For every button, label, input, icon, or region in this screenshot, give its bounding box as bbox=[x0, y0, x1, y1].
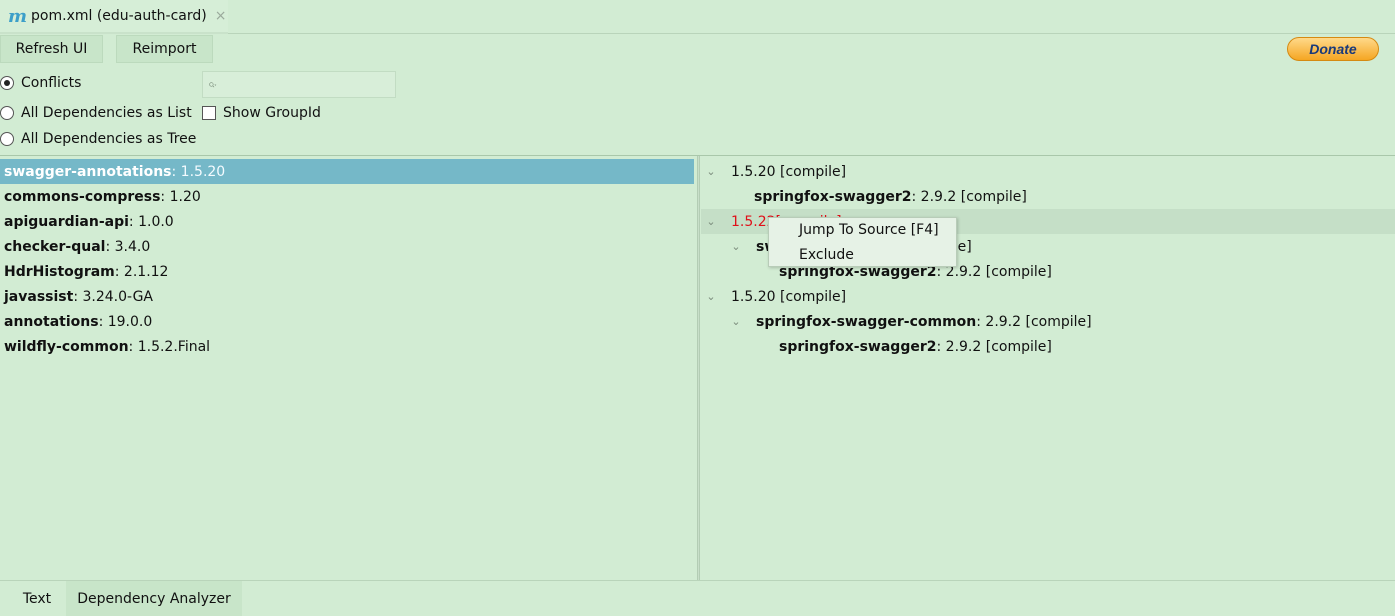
editor-tab-pom[interactable]: m pom.xml (edu-auth-card) × bbox=[0, 0, 228, 34]
tab-text[interactable]: Text bbox=[8, 581, 66, 616]
show-groupid-checkbox[interactable] bbox=[202, 106, 216, 120]
context-menu: Jump To Source [F4] Exclude bbox=[768, 217, 957, 267]
list-item[interactable]: wildfly-common : 1.5.2.Final bbox=[0, 334, 694, 359]
tree-node[interactable]: ⌄ 1.5.20 [compile] bbox=[701, 159, 1395, 184]
splitter-handle[interactable] bbox=[697, 156, 700, 580]
menu-item-exclude[interactable]: Exclude bbox=[799, 247, 854, 263]
show-groupid-option[interactable]: Show GroupId bbox=[202, 105, 321, 121]
conflict-list: swagger-annotations : 1.5.20 commons-com… bbox=[0, 157, 696, 580]
reimport-button[interactable]: Reimport bbox=[116, 35, 213, 63]
bottom-tab-bar: Text Dependency Analyzer bbox=[0, 580, 1395, 616]
search-icon bbox=[209, 81, 217, 87]
tab-dependency-analyzer[interactable]: Dependency Analyzer bbox=[66, 581, 242, 616]
all-dependencies-list-radio[interactable] bbox=[0, 106, 14, 120]
conflicts-radio-option[interactable]: Conflicts bbox=[0, 75, 81, 91]
chevron-down-icon[interactable]: ⌄ bbox=[705, 165, 717, 178]
list-item[interactable]: HdrHistogram : 2.1.12 bbox=[0, 259, 694, 284]
refresh-ui-button[interactable]: Refresh UI bbox=[0, 35, 103, 63]
list-item[interactable]: annotations : 19.0.0 bbox=[0, 309, 694, 334]
tree-node[interactable]: ⌄ 1.5.20 [compile] bbox=[701, 284, 1395, 309]
tree-node[interactable]: springfox-swagger2 : 2.9.2 [compile] bbox=[701, 184, 1395, 209]
chevron-down-icon[interactable]: ⌄ bbox=[730, 315, 742, 328]
all-dependencies-tree-option[interactable]: All Dependencies as Tree bbox=[0, 131, 196, 147]
show-groupid-label: Show GroupId bbox=[223, 105, 321, 121]
chevron-down-icon[interactable]: ⌄ bbox=[705, 215, 717, 228]
list-item[interactable]: commons-compress : 1.20 bbox=[0, 184, 694, 209]
all-dependencies-tree-radio[interactable] bbox=[0, 132, 14, 146]
list-item[interactable]: swagger-annotations : 1.5.20 bbox=[0, 159, 694, 184]
conflicts-radio[interactable] bbox=[0, 76, 14, 90]
all-dependencies-tree-label: All Dependencies as Tree bbox=[21, 131, 197, 147]
all-dependencies-list-label: All Dependencies as List bbox=[21, 105, 192, 121]
search-box[interactable] bbox=[202, 71, 396, 98]
list-item[interactable]: apiguardian-api : 1.0.0 bbox=[0, 209, 694, 234]
list-item[interactable]: checker-qual : 3.4.0 bbox=[0, 234, 694, 259]
donate-button[interactable]: Donate bbox=[1287, 37, 1379, 61]
chevron-down-icon[interactable]: ⌄ bbox=[730, 240, 742, 253]
chevron-down-icon[interactable]: ⌄ bbox=[705, 290, 717, 303]
close-icon[interactable]: × bbox=[215, 8, 227, 24]
maven-icon: m bbox=[8, 5, 28, 27]
menu-item-jump-to-source[interactable]: Jump To Source [F4] bbox=[799, 222, 939, 238]
all-dependencies-list-option[interactable]: All Dependencies as List bbox=[0, 105, 192, 121]
tree-node[interactable]: ⌄ springfox-swagger-common : 2.9.2 [comp… bbox=[701, 309, 1395, 334]
list-item[interactable]: javassist : 3.24.0-GA bbox=[0, 284, 694, 309]
tree-node[interactable]: springfox-swagger2 : 2.9.2 [compile] bbox=[701, 334, 1395, 359]
search-input[interactable] bbox=[221, 76, 395, 93]
conflicts-label: Conflicts bbox=[21, 75, 82, 91]
editor-tab-title: pom.xml (edu-auth-card) bbox=[31, 8, 207, 24]
